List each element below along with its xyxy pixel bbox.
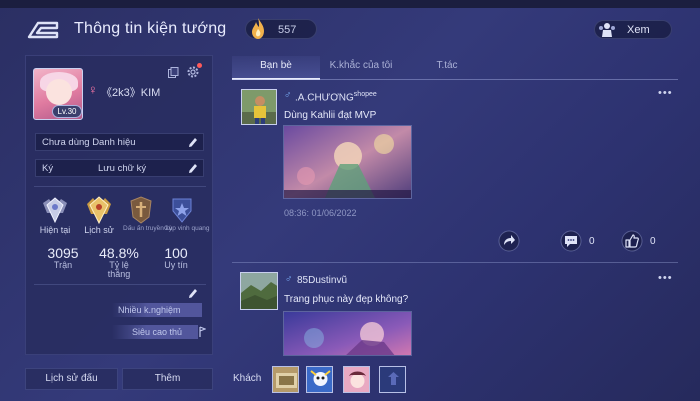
notification-dot xyxy=(197,63,202,68)
edit-pencil-icon[interactable] xyxy=(188,163,198,174)
post-timestamp: 08:36: 01/06/2022 xyxy=(284,208,357,218)
glory-cup[interactable]: Cup vinh quang xyxy=(164,195,210,232)
male-gender-icon: ♂ xyxy=(284,90,292,101)
share-icon[interactable] xyxy=(498,230,520,252)
tab-bar: Bạn bè K.khắc của tôi T.tác xyxy=(232,56,678,80)
player-name: 《2k3》KIM xyxy=(101,87,161,99)
stat-winrate: 48.8% Tỷ lệ thắng xyxy=(99,245,139,279)
male-gender-icon: ♂ xyxy=(285,274,293,285)
title-field[interactable]: Chưa dùng Danh hiệu xyxy=(35,133,204,151)
post-image[interactable] xyxy=(283,125,412,199)
flag-icon xyxy=(199,326,206,337)
divider xyxy=(34,186,206,187)
visitors-label: Khách xyxy=(233,373,262,384)
signature-value: Lưu chữ ký xyxy=(98,163,147,174)
rank-history[interactable]: Lịch sử xyxy=(81,195,117,235)
post-separator xyxy=(232,262,678,263)
visitor-avatar[interactable] xyxy=(343,366,370,393)
tab-my-moments[interactable]: K.khắc của tôi xyxy=(322,56,400,78)
tag-experienced: Nhiều k.nghiệm xyxy=(112,303,202,317)
flame-icon xyxy=(252,18,264,39)
stat-credit: 100 Uy tín xyxy=(164,245,188,270)
comment-icon[interactable] xyxy=(560,230,582,252)
coin-value: 557 xyxy=(278,24,297,36)
more-button[interactable]: Thêm xyxy=(122,368,213,390)
edit-pencil-icon[interactable] xyxy=(188,288,198,299)
rank-current[interactable]: Hiện tại xyxy=(37,195,73,235)
tab-interactions[interactable]: T.tác xyxy=(412,56,482,78)
tabs-underline xyxy=(232,79,678,80)
post-text: Dùng Kahlii đạt MVP xyxy=(284,110,377,121)
edit-pencil-icon[interactable] xyxy=(188,137,198,148)
more-options-icon[interactable]: ••• xyxy=(658,272,673,284)
view-button[interactable]: Xem xyxy=(594,20,672,39)
match-history-button[interactable]: Lịch sử đấu xyxy=(25,368,118,390)
copy-icon[interactable] xyxy=(168,67,179,78)
divider xyxy=(34,284,206,285)
post-author-avatar[interactable] xyxy=(241,89,277,125)
post-author-avatar[interactable] xyxy=(240,272,278,310)
rank-history-icon xyxy=(87,196,111,225)
post-author-name[interactable]: .A.CHƯƠNGshopee xyxy=(295,91,377,103)
post-author-name[interactable]: 85Dustinvũ xyxy=(297,275,347,286)
like-count: 0 xyxy=(650,236,656,247)
more-options-icon[interactable]: ••• xyxy=(658,87,673,99)
legendary-mark-icon xyxy=(130,196,152,224)
profile-panel: Lv.30 ♀ 《2k3》KIM Chưa dùng Danh hiệu Ký … xyxy=(25,55,213,355)
page-title: Thông tin kiện tướng xyxy=(74,20,227,37)
like-icon[interactable] xyxy=(621,230,643,252)
comment-count: 0 xyxy=(589,236,595,247)
visitor-avatar[interactable] xyxy=(306,366,333,393)
legendary-mark[interactable]: Dấu ấn truyền kỳ xyxy=(123,195,172,232)
glory-cup-icon xyxy=(172,198,192,223)
post-text: Trang phục này đẹp không? xyxy=(284,294,409,305)
level-badge: Lv.30 xyxy=(52,105,82,118)
visitor-avatar[interactable] xyxy=(379,366,406,393)
visitor-avatar[interactable] xyxy=(272,366,299,393)
view-label: Xem xyxy=(627,24,650,36)
people-icon xyxy=(599,23,615,37)
top-bar xyxy=(0,0,700,8)
post-image[interactable] xyxy=(283,311,412,356)
rank-current-icon xyxy=(43,197,67,224)
coin-counter: 557 xyxy=(245,18,317,39)
stat-matches: 3095 Trận xyxy=(47,245,79,270)
signature-field[interactable]: Ký Lưu chữ ký xyxy=(35,159,204,177)
back-arrow-icon[interactable] xyxy=(26,20,60,40)
female-gender-icon: ♀ xyxy=(88,82,98,97)
tag-master: Siêu cao thủ xyxy=(112,325,206,339)
tab-friends[interactable]: Bạn bè xyxy=(232,56,320,80)
signature-label: Ký xyxy=(42,163,54,174)
